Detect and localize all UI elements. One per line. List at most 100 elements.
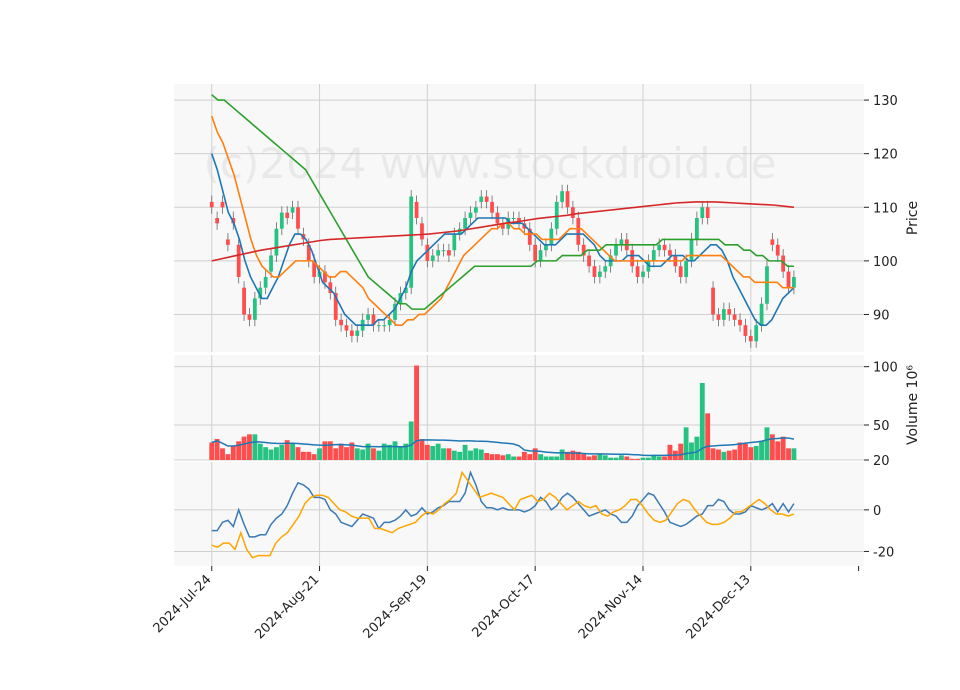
- volume-bar: [252, 434, 258, 460]
- candle-body: [382, 325, 387, 327]
- candle-body: [544, 244, 548, 251]
- oscillator-tick-label: -20: [873, 545, 894, 560]
- candle-body: [614, 244, 618, 256]
- volume-bar: [694, 436, 700, 460]
- watermark-text: (c)2024 www.stockdroid.de: [204, 139, 777, 188]
- candle-body: [732, 314, 737, 320]
- candle-body: [695, 218, 699, 240]
- volume-bar: [435, 443, 441, 460]
- volume-bar: [742, 443, 748, 460]
- candle-body: [748, 335, 753, 342]
- volume-bar: [656, 456, 662, 460]
- x-tick-label: 2024-Sep-19: [361, 572, 431, 642]
- volume-bar: [446, 448, 452, 460]
- volume-bar: [344, 447, 349, 460]
- candle-body: [376, 325, 381, 327]
- volume-tick-label: 100: [873, 361, 898, 376]
- volume-bar: [257, 443, 263, 460]
- candle-body: [641, 271, 645, 277]
- candle-body: [344, 325, 349, 331]
- volume-bar: [602, 455, 608, 460]
- candle-body: [635, 266, 640, 277]
- volume-bar: [424, 444, 430, 460]
- volume-bar: [500, 455, 506, 460]
- candle-body: [684, 260, 688, 277]
- candle-body: [560, 191, 565, 202]
- candle-body: [366, 314, 370, 320]
- price-tick-label: 120: [873, 148, 898, 163]
- volume-bar: [608, 457, 614, 460]
- volume-bar: [419, 439, 425, 460]
- candle-body: [711, 287, 715, 315]
- volume-bar: [662, 456, 667, 460]
- volume-bar: [780, 436, 786, 460]
- candle-body: [452, 234, 457, 251]
- volume-bar: [408, 421, 414, 460]
- candle-body: [549, 228, 554, 245]
- price-tick-label: 90: [873, 308, 890, 323]
- candle-body: [252, 298, 257, 320]
- candle-body: [339, 319, 343, 326]
- volume-bar: [306, 451, 312, 460]
- volume-bar: [462, 444, 468, 460]
- candle-body: [209, 201, 214, 208]
- candle-body: [247, 314, 252, 320]
- volume-bar: [478, 449, 484, 460]
- volume-bar: [683, 427, 689, 460]
- candle-body: [414, 201, 419, 218]
- candle-body: [441, 250, 446, 252]
- candle-body: [290, 207, 295, 213]
- candle-body: [775, 244, 780, 256]
- volume-bar: [521, 451, 527, 460]
- candle-body: [420, 223, 424, 240]
- volume-bar: [333, 448, 339, 460]
- volume-bar: [376, 450, 382, 460]
- volume-bar: [268, 449, 274, 460]
- candle-body: [511, 218, 516, 219]
- volume-bar: [220, 448, 225, 460]
- x-tick-label: 2024-Nov-14: [576, 572, 646, 642]
- volume-bar: [511, 456, 517, 460]
- volume-bar: [764, 427, 770, 460]
- candle-body: [279, 212, 284, 229]
- volume-bar: [279, 444, 285, 460]
- price-tick-label: 110: [873, 201, 898, 216]
- candle-body: [473, 207, 478, 213]
- volume-bar: [548, 456, 554, 460]
- volume-bar: [678, 443, 684, 460]
- volume-bar: [726, 450, 732, 460]
- volume-bar: [640, 457, 646, 460]
- volume-bar: [311, 454, 317, 460]
- candle-body: [274, 228, 279, 256]
- volume-bar: [263, 447, 269, 460]
- volume-bar: [618, 455, 624, 460]
- price-axis-label: Price: [905, 201, 921, 235]
- volume-bar: [505, 454, 511, 460]
- candle-body: [754, 325, 759, 342]
- volume-bar: [716, 449, 721, 460]
- candle-body: [705, 207, 710, 218]
- volume-bar: [225, 454, 231, 460]
- volume-bar: [538, 454, 543, 460]
- candle-body: [436, 250, 441, 256]
- volume-bar: [624, 456, 630, 460]
- candle-body: [263, 276, 268, 288]
- volume-bar: [721, 451, 727, 460]
- candle-body: [662, 244, 667, 251]
- candle-body: [484, 196, 489, 202]
- volume-bar: [414, 365, 420, 460]
- candle-body: [242, 287, 246, 315]
- candle-body: [430, 255, 435, 261]
- volume-bar: [570, 450, 576, 460]
- candle-body: [770, 239, 775, 245]
- volume-bar: [360, 449, 366, 460]
- volume-bar: [209, 442, 215, 460]
- candle-body: [236, 244, 241, 277]
- candle-body: [220, 201, 225, 208]
- volume-bar: [473, 448, 479, 460]
- candle-body: [285, 212, 290, 218]
- candle-body: [727, 309, 732, 315]
- x-tick-label: 2024-Jul-24: [151, 572, 215, 636]
- volume-bar: [559, 449, 565, 460]
- volume-bar: [705, 413, 711, 460]
